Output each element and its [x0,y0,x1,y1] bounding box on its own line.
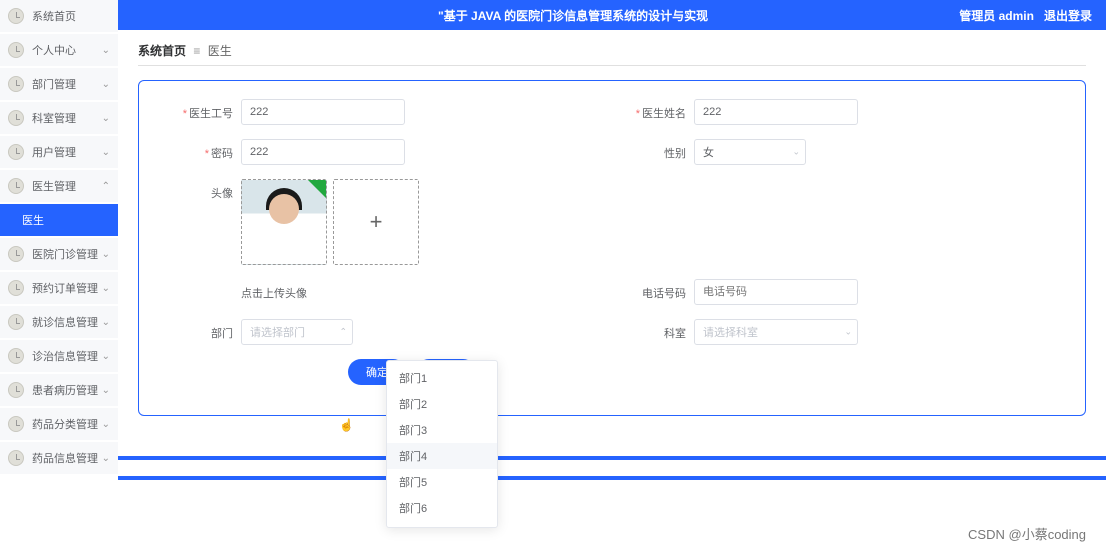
sidebar-item-doctor-mgr[interactable]: 医生管理⌃ [0,170,118,202]
label-avatar: 头像 [159,179,233,201]
avatar-preview[interactable] [241,179,327,265]
avatar-hint: 点击上传头像 [241,279,307,301]
header: "基于 JAVA 的医院门诊信息管理系统的设计与实现 管理员 admin 退出登… [118,0,1106,30]
sidebar-item-outpatient[interactable]: 医院门诊管理⌄ [0,238,118,270]
sidebar-item-label: 部门管理 [32,76,102,92]
dept-select[interactable]: 请选择部门 ⌃ [241,319,353,345]
sidebar-item-user[interactable]: 用户管理⌄ [0,136,118,168]
label-gender: 性别 [612,139,686,161]
clock-icon [8,42,24,58]
sidebar-item-drug-category[interactable]: 药品分类管理⌄ [0,408,118,440]
sidebar-item-label: 药品分类管理 [32,416,102,432]
clock-icon [8,246,24,262]
clock-icon [8,110,24,126]
gender-value: 女 [703,144,714,160]
sidebar-item-profile[interactable]: 个人中心⌄ [0,34,118,66]
sidebar: 系统首页 个人中心⌄ 部门管理⌄ 科室管理⌄ 用户管理⌄ 医生管理⌃ 医生 医院… [0,0,118,553]
dropdown-item[interactable]: 部门6 [387,495,497,521]
phone-input[interactable] [694,279,858,305]
sidebar-item-label: 医院门诊管理 [32,246,102,262]
dropdown-item[interactable]: 部门5 [387,469,497,495]
sidebar-item-label: 用户管理 [32,144,102,160]
sidebar-item-label: 就诊信息管理 [32,314,102,330]
divider [138,65,1086,66]
label-dept: 部门 [159,319,233,341]
clock-icon [8,8,24,24]
breadcrumb-sep: ≡ [193,44,200,58]
label-password: *密码 [159,139,233,161]
chevron-up-icon: ⌃ [102,181,110,192]
sidebar-item-doctor[interactable]: 医生 [0,204,118,236]
gender-select[interactable]: 女 ⌄ [694,139,806,165]
label-phone: 电话号码 [612,279,686,301]
plus-icon: + [370,209,383,235]
chevron-down-icon: ⌄ [102,79,110,90]
clock-icon [8,450,24,466]
chevron-down-icon: ⌄ [102,45,110,56]
chevron-down-icon: ⌄ [102,453,110,464]
sidebar-item-label: 医生管理 [32,178,102,194]
watermark: CSDN @小蔡coding [968,524,1086,543]
chevron-down-icon: ⌄ [102,249,110,260]
dropdown-item[interactable]: 部门4 [387,443,497,469]
chevron-down-icon: ⌄ [844,327,852,338]
success-badge-icon [308,180,326,198]
avatar-area: + [241,179,419,265]
breadcrumb: 系统首页 ≡ 医生 [138,42,1086,59]
dept-placeholder: 请选择部门 [250,324,305,340]
chevron-down-icon: ⌄ [102,113,110,124]
sidebar-item-home[interactable]: 系统首页 [0,0,118,32]
clock-icon [8,144,24,160]
doctor-name-input[interactable] [694,99,858,125]
sidebar-item-visit[interactable]: 就诊信息管理⌄ [0,306,118,338]
clock-icon [8,76,24,92]
dropdown-item[interactable]: 部门7 [387,521,497,528]
sidebar-item-label: 医生 [22,212,110,228]
chevron-down-icon: ⌄ [102,419,110,430]
page-title: "基于 JAVA 的医院门诊信息管理系统的设计与实现 [438,7,708,24]
sidebar-item-office[interactable]: 科室管理⌄ [0,102,118,134]
chevron-down-icon: ⌄ [792,147,800,158]
password-input[interactable] [241,139,405,165]
decorative-bar [118,476,1106,480]
user-area: 管理员 admin 退出登录 [959,7,1092,24]
label-doctor-id: *医生工号 [159,99,233,121]
chevron-up-icon: ⌃ [339,327,347,338]
main: 系统首页 ≡ 医生 *医生工号 *医生姓名 *密码 性别 女 [118,30,1106,553]
doctor-id-input[interactable] [241,99,405,125]
clock-icon [8,416,24,432]
clock-icon [8,178,24,194]
chevron-down-icon: ⌄ [102,385,110,396]
clock-icon [8,280,24,296]
dropdown-item[interactable]: 部门3 [387,417,497,443]
sidebar-item-label: 个人中心 [32,42,102,58]
sidebar-item-appointment[interactable]: 预约订单管理⌄ [0,272,118,304]
decorative-bar [118,456,1106,460]
chevron-down-icon: ⌄ [102,147,110,158]
sidebar-item-dept[interactable]: 部门管理⌄ [0,68,118,100]
avatar-upload-button[interactable]: + [333,179,419,265]
breadcrumb-current: 医生 [208,44,232,58]
form-panel: *医生工号 *医生姓名 *密码 性别 女 ⌄ 头像 [138,80,1086,416]
chevron-down-icon: ⌄ [102,283,110,294]
sidebar-item-label: 系统首页 [32,8,110,24]
chevron-down-icon: ⌄ [102,317,110,328]
office-select[interactable]: 请选择科室 ⌄ [694,319,858,345]
label-office: 科室 [612,319,686,341]
office-placeholder: 请选择科室 [703,324,758,340]
dropdown-item[interactable]: 部门2 [387,391,497,417]
clock-icon [8,314,24,330]
sidebar-item-label: 科室管理 [32,110,102,126]
breadcrumb-root[interactable]: 系统首页 [138,44,186,58]
sidebar-item-label: 药品信息管理 [32,450,102,466]
user-role[interactable]: 管理员 admin [959,7,1034,24]
dept-dropdown: 部门1 部门2 部门3 部门4 部门5 部门6 部门7 部门8 [386,360,498,528]
sidebar-item-label: 预约订单管理 [32,280,102,296]
dropdown-item[interactable]: 部门1 [387,365,497,391]
label-doctor-name: *医生姓名 [612,99,686,121]
label-avatar-hint [159,279,233,285]
logout-link[interactable]: 退出登录 [1044,7,1092,24]
sidebar-item-drug-info[interactable]: 药品信息管理⌄ [0,442,118,474]
